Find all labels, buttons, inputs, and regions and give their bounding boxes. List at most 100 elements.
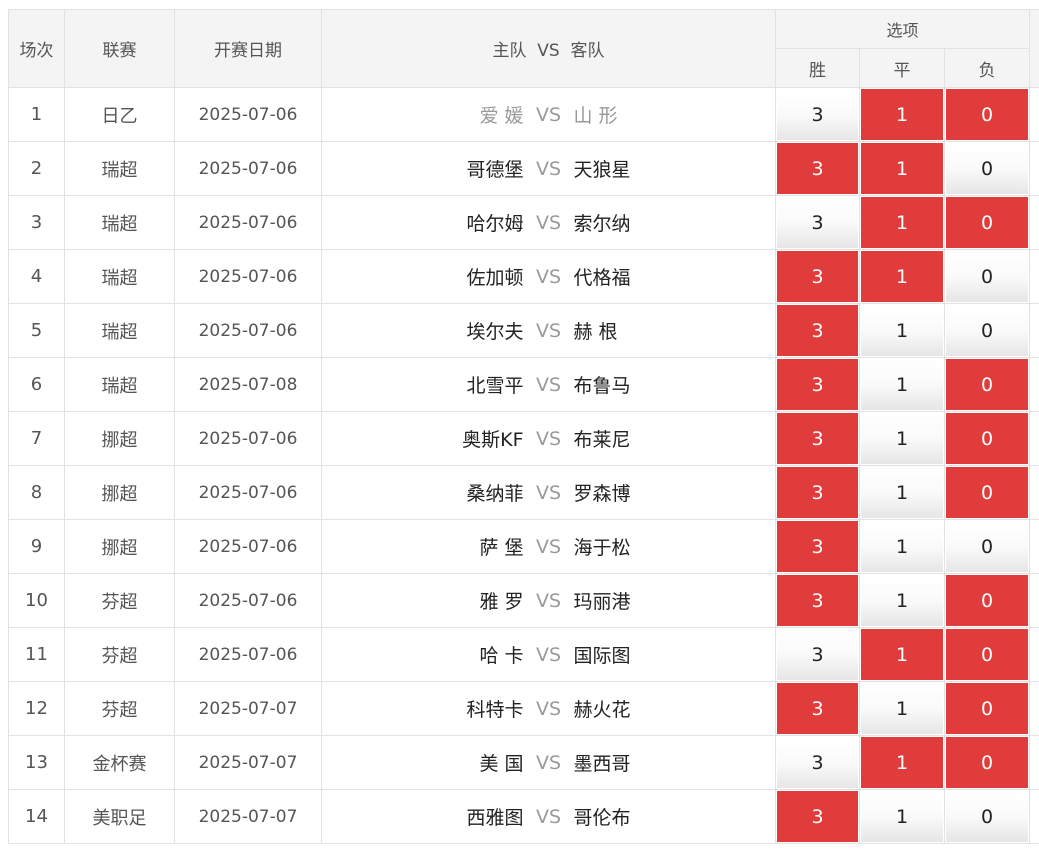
option-draw-button[interactable]: 1 (861, 143, 943, 194)
match-date: 2025-07-08 (174, 357, 322, 412)
option-win-button[interactable]: 3 (777, 737, 858, 788)
away-team: 山 形 (573, 105, 618, 127)
match-teams: 西雅图 VS 哥伦布 (321, 789, 776, 844)
match-date: 2025-07-06 (174, 303, 322, 358)
match-date: 2025-07-06 (174, 411, 322, 466)
away-team: 墨西哥 (573, 753, 631, 775)
table-row: 11 芬超 2025-07-06 哈 卡 VS 国际图 3 1 0 (8, 627, 1039, 682)
option-win-button[interactable]: 3 (777, 305, 858, 356)
header-date: 开赛日期 (174, 9, 322, 88)
option-win-button[interactable]: 3 (777, 521, 858, 572)
option-draw-button[interactable]: 1 (861, 251, 943, 302)
option-draw-button[interactable]: 1 (861, 737, 943, 788)
row-spacer (1029, 465, 1039, 520)
league-name: 瑞超 (64, 195, 175, 250)
option-draw-button[interactable]: 1 (861, 575, 943, 626)
option-lose-button[interactable]: 0 (946, 305, 1029, 356)
vs-label: VS (535, 265, 562, 288)
vs-label: VS (535, 697, 562, 720)
match-index: 8 (8, 465, 65, 520)
match-date: 2025-07-06 (174, 87, 322, 142)
header-options: 选项 (774, 9, 1031, 49)
option-draw-button[interactable]: 1 (861, 521, 943, 572)
match-teams: 哈 卡 VS 国际图 (321, 627, 776, 682)
match-index: 2 (8, 141, 65, 196)
header-lose: 负 (943, 48, 1031, 88)
match-index: 6 (8, 357, 65, 412)
league-name: 芬超 (64, 681, 175, 736)
match-teams: 哈尔姆 VS 索尔纳 (321, 195, 776, 250)
option-lose-button[interactable]: 0 (946, 683, 1029, 734)
option-draw-button[interactable]: 1 (861, 467, 943, 518)
row-spacer (1029, 681, 1039, 736)
table-header: 场次 联赛 开赛日期 主队 VS 客队 选项 胜 平 负 (8, 9, 1039, 88)
away-team: 罗森博 (573, 483, 631, 505)
vs-label: VS (535, 751, 562, 774)
option-win-button[interactable]: 3 (777, 791, 858, 842)
option-lose-button[interactable]: 0 (946, 413, 1029, 464)
vs-label: VS (535, 373, 562, 396)
home-team: 爱 媛 (479, 105, 524, 127)
option-draw-button[interactable]: 1 (861, 197, 943, 248)
option-lose-button[interactable]: 0 (946, 359, 1029, 410)
option-draw-button[interactable]: 1 (861, 683, 943, 734)
away-team: 代格福 (573, 267, 631, 289)
league-name: 挪超 (64, 519, 175, 574)
option-lose-button[interactable]: 0 (946, 521, 1029, 572)
option-draw-button[interactable]: 1 (861, 413, 943, 464)
home-team: 佐加顿 (466, 267, 524, 289)
match-index: 11 (8, 627, 65, 682)
option-win-button[interactable]: 3 (777, 683, 858, 734)
header-draw: 平 (859, 48, 945, 88)
option-win-button[interactable]: 3 (777, 575, 858, 626)
league-name: 芬超 (64, 627, 175, 682)
option-draw-button[interactable]: 1 (861, 629, 943, 680)
option-win-button[interactable]: 3 (777, 629, 858, 680)
option-win-button[interactable]: 3 (777, 89, 858, 140)
match-index: 10 (8, 573, 65, 628)
match-teams: 萨 堡 VS 海于松 (321, 519, 776, 574)
option-win-button[interactable]: 3 (777, 413, 858, 464)
option-lose-button[interactable]: 0 (946, 629, 1029, 680)
header-spacer (1029, 9, 1039, 88)
option-lose-button[interactable]: 0 (946, 197, 1029, 248)
option-win-button[interactable]: 3 (777, 467, 858, 518)
option-lose-button[interactable]: 0 (946, 791, 1029, 842)
vs-label: VS (535, 535, 562, 558)
vs-label: VS (535, 805, 562, 828)
option-lose-button[interactable]: 0 (946, 737, 1029, 788)
away-team: 国际图 (573, 645, 631, 667)
match-teams: 科特卡 VS 赫火花 (321, 681, 776, 736)
option-draw-button[interactable]: 1 (861, 791, 943, 842)
option-win-button[interactable]: 3 (777, 359, 858, 410)
table-body: 1 日乙 2025-07-06 爱 媛 VS 山 形 3 1 0 2 瑞超 2025-07-06 哥德堡… (8, 87, 1039, 844)
vs-label: VS (535, 589, 562, 612)
option-lose-button[interactable]: 0 (946, 575, 1029, 626)
vs-label: VS (535, 157, 562, 180)
row-spacer (1029, 357, 1039, 412)
option-draw-button[interactable]: 1 (861, 305, 943, 356)
option-win-button[interactable]: 3 (777, 251, 858, 302)
match-index: 9 (8, 519, 65, 574)
home-team: 科特卡 (466, 699, 524, 721)
option-win-button[interactable]: 3 (777, 197, 858, 248)
league-name: 日乙 (64, 87, 175, 142)
table-row: 13 金杯赛 2025-07-07 美 国 VS 墨西哥 3 1 0 (8, 735, 1039, 790)
option-lose-button[interactable]: 0 (946, 89, 1029, 140)
match-index: 3 (8, 195, 65, 250)
option-lose-button[interactable]: 0 (946, 251, 1029, 302)
league-name: 瑞超 (64, 303, 175, 358)
match-teams: 埃尔夫 VS 赫 根 (321, 303, 776, 358)
option-draw-button[interactable]: 1 (861, 359, 943, 410)
option-lose-button[interactable]: 0 (946, 143, 1029, 194)
away-team: 哥伦布 (573, 807, 631, 829)
away-team: 玛丽港 (573, 591, 631, 613)
away-team: 赫 根 (573, 321, 618, 343)
option-draw-button[interactable]: 1 (861, 89, 943, 140)
table-row: 2 瑞超 2025-07-06 哥德堡 VS 天狼星 3 1 0 (8, 141, 1039, 196)
match-date: 2025-07-06 (174, 519, 322, 574)
option-win-button[interactable]: 3 (777, 143, 858, 194)
row-spacer (1029, 195, 1039, 250)
row-spacer (1029, 141, 1039, 196)
option-lose-button[interactable]: 0 (946, 467, 1029, 518)
